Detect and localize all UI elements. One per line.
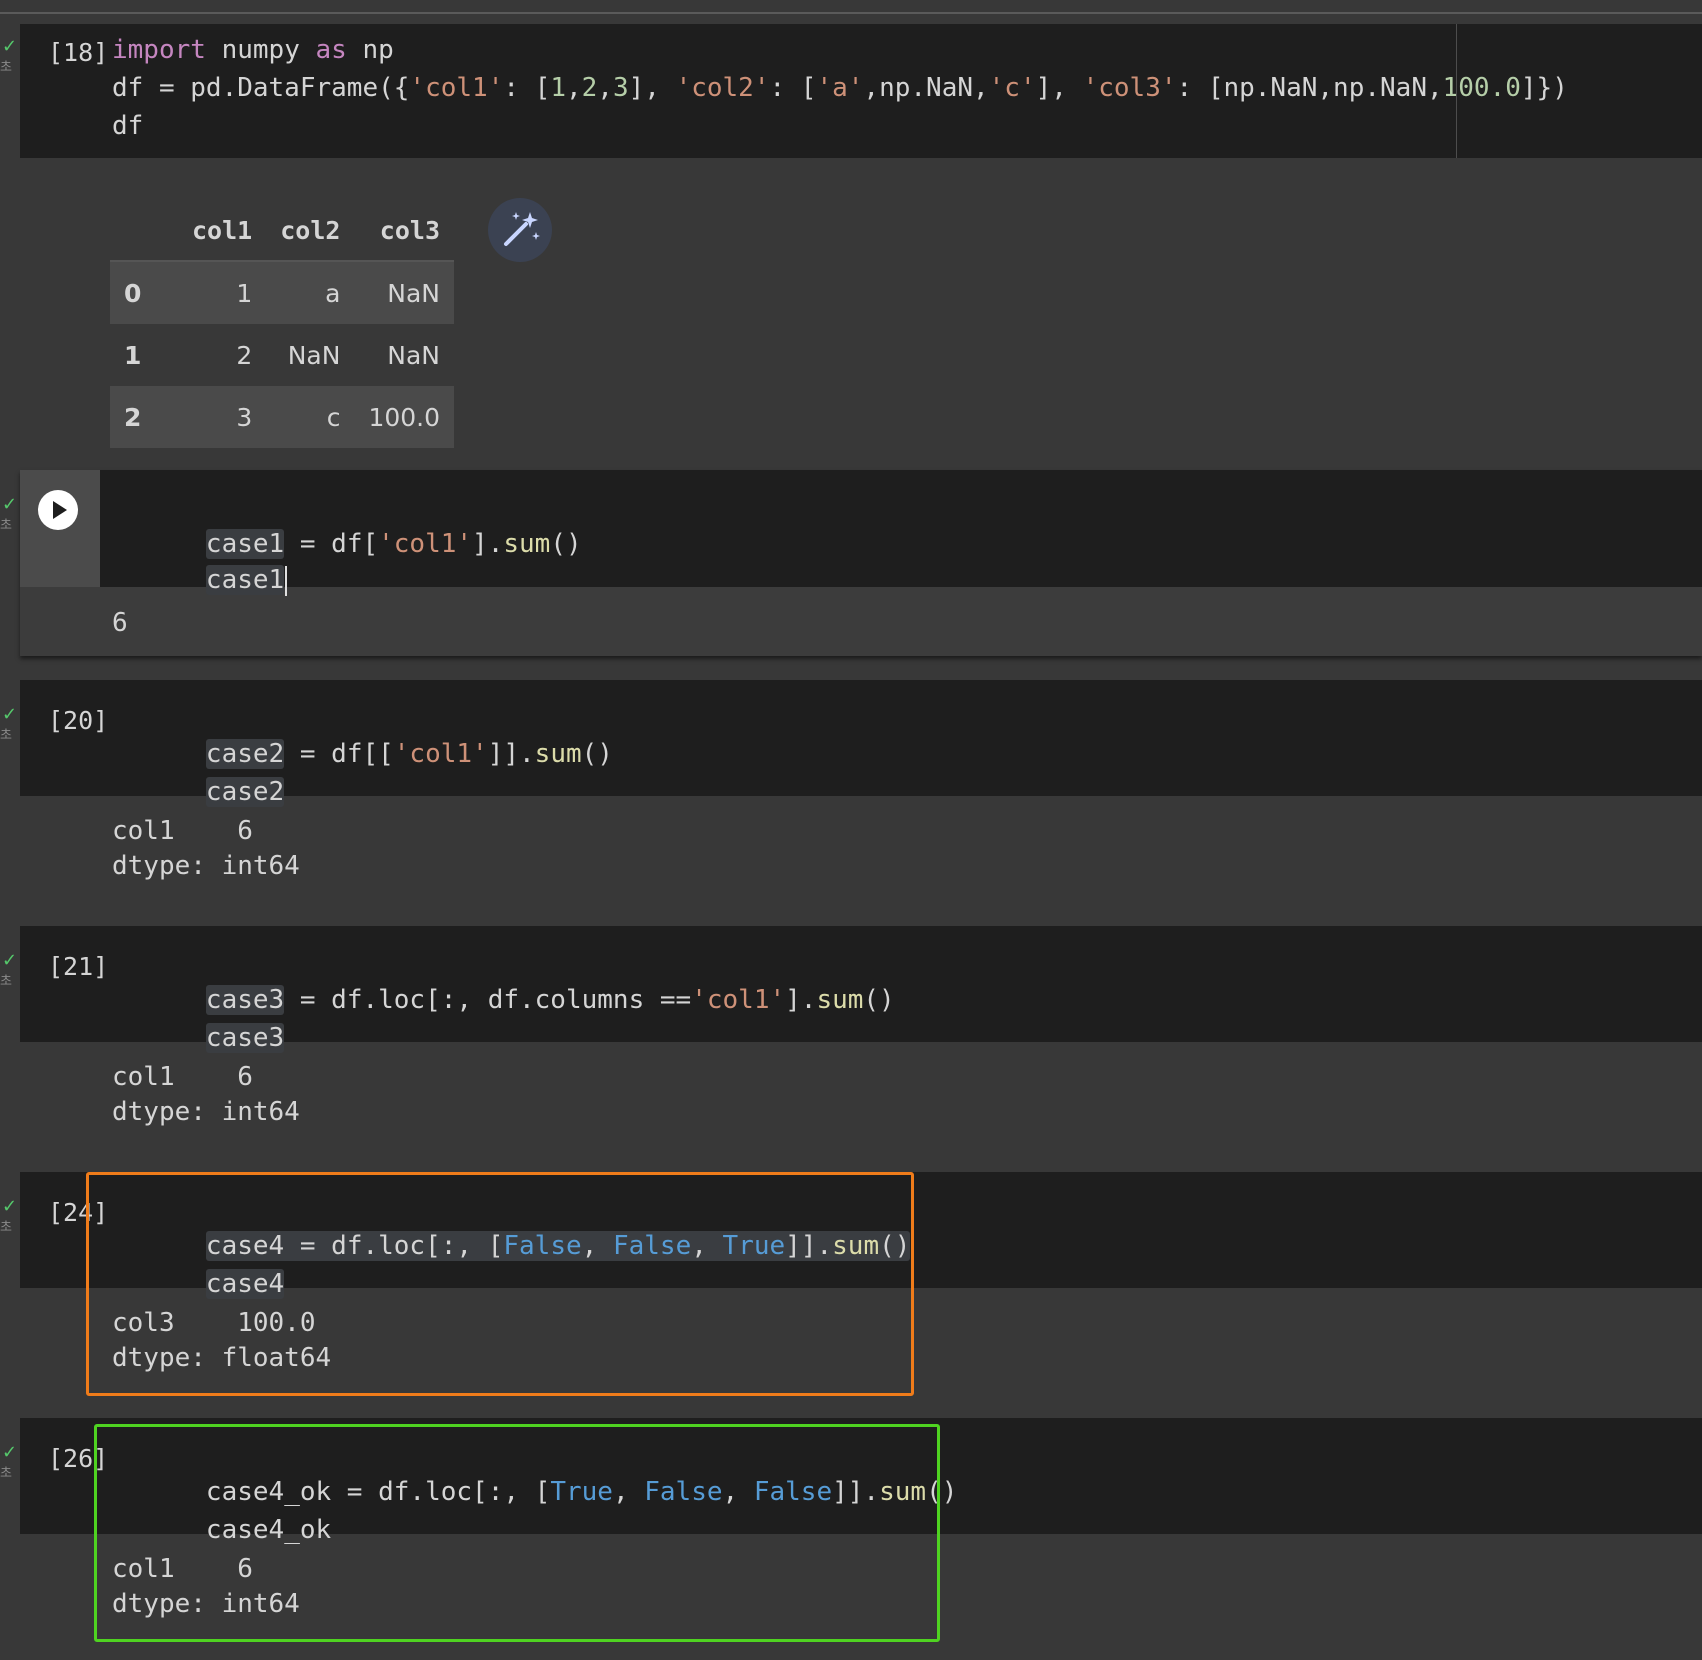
text-cursor	[285, 565, 288, 596]
magic-wand-icon	[504, 212, 540, 246]
code-token: 'col1'	[409, 73, 504, 103]
code-token: df = pd.DataFrame({	[112, 73, 410, 103]
highlight-box-orange	[86, 1172, 914, 1396]
column-header: col1	[192, 215, 253, 245]
table-cell: 100.0	[354, 386, 455, 448]
code-token: 'a'	[816, 73, 864, 103]
top-divider	[0, 12, 1702, 14]
cell-output: 6	[112, 608, 128, 638]
cell-output-line: dtype: int64	[112, 1097, 300, 1127]
table-header-row: col1 col2 col3	[110, 200, 455, 261]
code-token: ,	[565, 73, 582, 103]
table-cell: a	[266, 261, 355, 324]
execution-count: [18]	[48, 38, 109, 67]
code-token: 1	[550, 73, 566, 103]
code-token: ,	[597, 73, 613, 103]
cell-output-line: col1 6	[112, 816, 253, 846]
code-token: : [	[503, 73, 551, 103]
execution-count: [21]	[48, 952, 109, 981]
table-cell: 2	[236, 340, 253, 370]
code-line[interactable]: import numpy as np	[112, 32, 394, 68]
code-token: import	[112, 35, 206, 65]
cell-output-line: dtype: int64	[112, 851, 300, 881]
table-cell: NaN	[354, 261, 455, 324]
code-token: ]})	[1520, 73, 1568, 103]
code-editor[interactable]: [21] case3 = df.loc[:, df.columns =='col…	[20, 926, 1702, 1053]
execution-count: [20]	[48, 706, 109, 735]
code-token: 'col3'	[1082, 73, 1177, 103]
code-token: 2	[581, 73, 598, 103]
code-token: : [	[769, 73, 817, 103]
code-token: ],	[1035, 73, 1083, 103]
code-line[interactable]: df = pd.DataFrame({'col1': [1,2,3], 'col…	[112, 70, 1568, 106]
code-token: 3	[612, 73, 629, 103]
table-row: 0 1 a NaN	[110, 261, 455, 324]
table-row: 2 3 c 100.0	[110, 386, 455, 448]
code-cell-20[interactable]: ✓ 초 [20] case2 = df[['col1']].sum() case…	[0, 680, 1702, 906]
run-cell-button[interactable]	[38, 490, 78, 530]
code-editor[interactable]: [18] import numpy as np df = pd.DataFram…	[20, 24, 1702, 158]
table-cell: c	[266, 386, 355, 448]
row-index: 0	[110, 261, 178, 324]
index-header	[110, 200, 178, 261]
column-header: col2	[280, 215, 341, 245]
highlight-box-green	[94, 1424, 940, 1642]
code-token: 'col2'	[675, 73, 770, 103]
table-cell: 3	[178, 386, 267, 448]
code-token: np	[346, 35, 394, 65]
code-cell-18[interactable]: ✓ 초 [18] import numpy as np df = pd.Data…	[0, 24, 1702, 454]
column-ruler	[1456, 24, 1457, 158]
code-token: numpy	[205, 35, 316, 65]
code-token: ,np.NaN,	[863, 73, 989, 103]
table-cell: NaN	[287, 340, 341, 370]
table-row: 1 2 NaN NaN	[110, 324, 454, 386]
code-token: : [np.NaN,np.NaN,	[1176, 73, 1443, 103]
magic-wand-button[interactable]	[488, 198, 552, 262]
run-status-mark: ✓ 초	[0, 1442, 18, 1481]
code-token: 'c'	[988, 73, 1036, 103]
run-status-mark: ✓ 초	[0, 1196, 18, 1235]
code-line[interactable]: case1	[112, 526, 288, 634]
run-status-mark: ✓ 초	[0, 494, 18, 533]
code-token: as	[315, 35, 347, 65]
code-token: 100.0	[1442, 73, 1521, 103]
code-line[interactable]: df	[112, 108, 143, 144]
run-gutter	[20, 470, 100, 587]
run-status-mark: ✓ 초	[0, 950, 18, 989]
table-cell: NaN	[387, 340, 441, 370]
row-index: 1	[124, 340, 142, 370]
cell-output-line: col1 6	[112, 1062, 253, 1092]
table-cell: 1	[178, 261, 267, 324]
dataframe-output: col1 col2 col3 0 1 a NaN 1 2 NaN NaN 2 3…	[110, 200, 455, 448]
run-status-mark: ✓ 초	[0, 704, 18, 743]
row-index: 2	[110, 386, 178, 448]
code-token: ],	[628, 73, 676, 103]
play-icon	[53, 501, 67, 519]
code-token: df	[112, 111, 144, 141]
code-cell-active[interactable]: ✓ 초 case1 = df['col1'].sum() case1 6	[0, 470, 1702, 656]
run-status-mark: ✓ 초	[0, 36, 18, 75]
code-editor[interactable]: [20] case2 = df[['col1']].sum() case2	[20, 680, 1702, 807]
code-editor[interactable]: case1 = df['col1'].sum() case1	[20, 470, 1702, 596]
code-cell-21[interactable]: ✓ 초 [21] case3 = df.loc[:, df.columns ==…	[0, 926, 1702, 1152]
column-header: col3	[379, 215, 441, 245]
